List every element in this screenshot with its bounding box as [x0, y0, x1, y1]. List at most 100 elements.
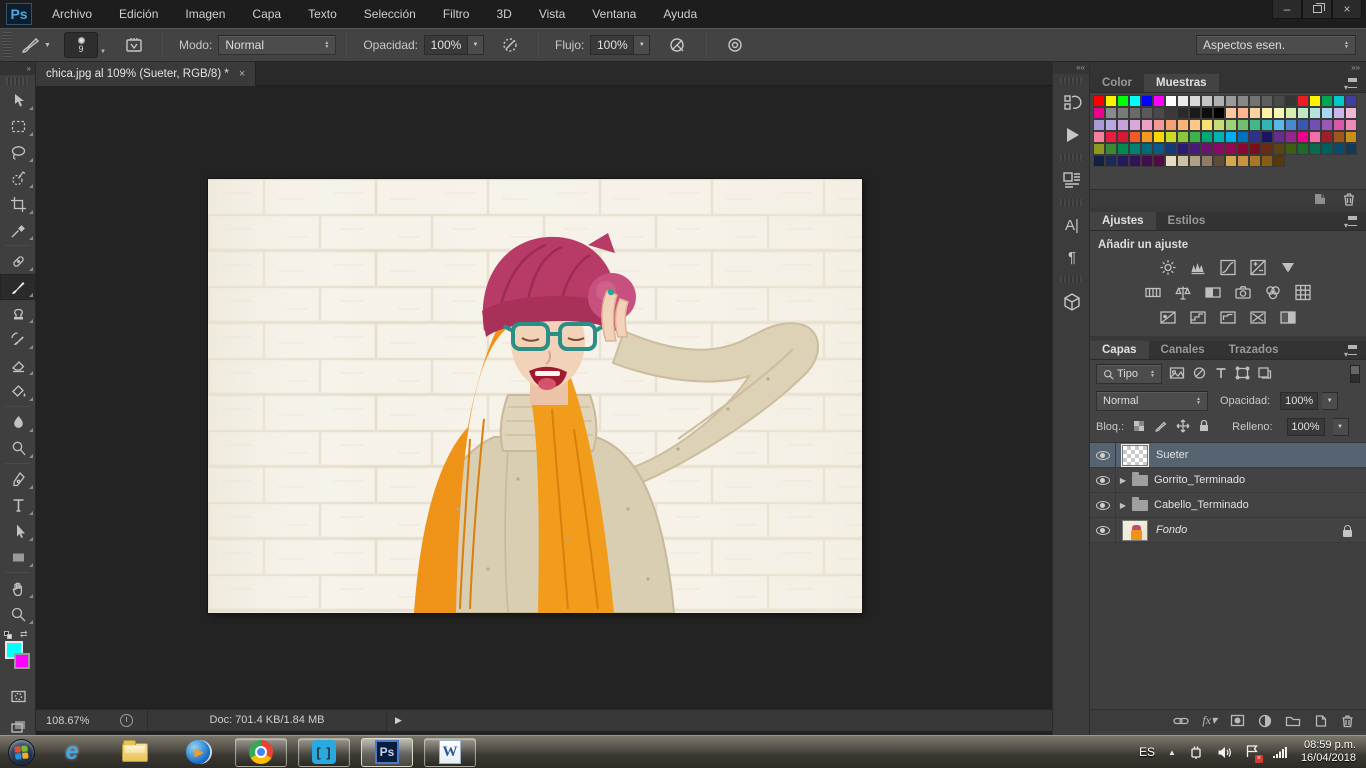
color-swatch[interactable] [1153, 119, 1165, 131]
color-swatch[interactable] [1153, 155, 1165, 167]
color-swatch[interactable] [1177, 119, 1189, 131]
color-swatch[interactable] [1333, 119, 1345, 131]
action-center-flag-icon[interactable]: × [1245, 744, 1263, 763]
paint-bucket-tool[interactable] [0, 378, 36, 404]
layer-visibility-toggle[interactable] [1090, 517, 1116, 543]
color-swatch[interactable] [1117, 131, 1129, 143]
color-swatch[interactable] [1321, 143, 1333, 155]
color-swatch[interactable] [1165, 95, 1177, 107]
tab-ajustes[interactable]: Ajustes [1090, 212, 1156, 230]
layer-fill-box[interactable]: 100% [1286, 418, 1325, 436]
color-swatch[interactable] [1249, 119, 1261, 131]
color-swatch[interactable] [1129, 155, 1141, 167]
color-swatch[interactable] [1297, 143, 1309, 155]
language-indicator[interactable]: ES [1139, 745, 1155, 759]
color-swatch[interactable] [1261, 155, 1273, 167]
color-swatch[interactable] [1177, 95, 1189, 107]
layer-opacity-box[interactable]: 100% [1280, 392, 1319, 410]
color-swatch[interactable] [1273, 155, 1285, 167]
color-swatch[interactable] [1249, 143, 1261, 155]
tool-preset-picker[interactable]: ▼ [18, 33, 54, 57]
background-color-swatch[interactable] [14, 653, 30, 669]
color-swatch[interactable] [1333, 143, 1345, 155]
restore-button[interactable] [1302, 0, 1332, 19]
color-swatch[interactable] [1261, 107, 1273, 119]
color-swatch[interactable] [1333, 131, 1345, 143]
color-swatch[interactable] [1225, 131, 1237, 143]
dodge-tool[interactable] [0, 435, 36, 461]
lock-all-icon[interactable] [1198, 419, 1210, 436]
color-swatch[interactable] [1105, 107, 1117, 119]
color-swatch[interactable] [1129, 131, 1141, 143]
color-swatch[interactable] [1201, 131, 1213, 143]
color-swatch[interactable] [1093, 95, 1105, 107]
tab-color[interactable]: Color [1090, 74, 1145, 92]
color-swatch[interactable] [1105, 131, 1117, 143]
color-swatch[interactable] [1345, 131, 1357, 143]
color-swatch[interactable] [1165, 155, 1177, 167]
color-swatch[interactable] [1273, 131, 1285, 143]
color-swatch[interactable] [1261, 143, 1273, 155]
color-swatch[interactable] [1189, 143, 1201, 155]
opacity-caret-button[interactable]: ▼ [468, 35, 485, 55]
type-tool[interactable] [0, 492, 36, 518]
taskbar-clock[interactable]: 08:59 p.m. 16/04/2018 [1301, 739, 1356, 765]
tablet-opacity-button[interactable] [492, 33, 528, 57]
color-swatch[interactable] [1285, 131, 1297, 143]
layer-style-icon[interactable]: fx▾ [1202, 713, 1217, 728]
paragraph-panel-button[interactable]: ¶ [1053, 241, 1091, 273]
color-swatch[interactable] [1261, 119, 1273, 131]
color-swatch[interactable] [1237, 107, 1249, 119]
canvas-image[interactable] [208, 179, 862, 613]
taskbar-media-player[interactable]: ▶ [172, 738, 224, 767]
color-swatch[interactable] [1285, 143, 1297, 155]
filter-toggle-switch[interactable] [1350, 365, 1360, 383]
layer-row[interactable]: ▶ Cabello_Terminado [1090, 492, 1366, 518]
color-swatch[interactable] [1141, 119, 1153, 131]
tab-estilos[interactable]: Estilos [1155, 212, 1218, 230]
flow-value-box[interactable]: 100% [590, 35, 635, 55]
path-selection-tool[interactable] [0, 518, 36, 544]
delete-layer-icon[interactable] [1341, 714, 1354, 728]
3d-panel-button[interactable] [1053, 286, 1091, 318]
color-swatch[interactable] [1285, 107, 1297, 119]
add-mask-icon[interactable] [1230, 714, 1245, 727]
color-swatch[interactable] [1201, 95, 1213, 107]
color-swatch[interactable] [1117, 107, 1129, 119]
gradient-map-icon[interactable] [1279, 309, 1297, 326]
color-swatch[interactable] [1225, 119, 1237, 131]
lock-position-icon[interactable] [1176, 419, 1190, 436]
eyedropper-tool[interactable] [0, 217, 36, 243]
document-tab[interactable]: chica.jpg al 109% (Sueter, RGB/8) * × [36, 62, 257, 86]
default-colors-icon[interactable] [4, 631, 13, 639]
color-swatch[interactable] [1333, 95, 1345, 107]
zoom-tool[interactable] [0, 601, 36, 627]
color-swatch[interactable] [1165, 107, 1177, 119]
color-swatch[interactable] [1129, 143, 1141, 155]
menu-item[interactable]: Imagen [185, 7, 225, 21]
tab-canales[interactable]: Canales [1148, 341, 1217, 359]
show-hidden-icons-button[interactable]: ▲ [1168, 748, 1176, 757]
color-swatch[interactable] [1177, 107, 1189, 119]
group-expander-icon[interactable]: ▶ [1116, 476, 1130, 485]
color-swatch[interactable] [1165, 119, 1177, 131]
tab-muestras[interactable]: Muestras [1144, 74, 1219, 92]
selective-color-icon[interactable] [1249, 309, 1267, 326]
color-swatch[interactable] [1321, 119, 1333, 131]
photo-filter-icon[interactable] [1234, 284, 1252, 301]
workspace-switcher[interactable]: Aspectos esen. ▲ ▼ [1196, 35, 1356, 55]
spot-healing-brush-tool[interactable] [0, 248, 36, 274]
minimize-button[interactable]: – [1272, 0, 1302, 19]
eraser-tool[interactable] [0, 352, 36, 378]
color-swatch[interactable] [1141, 95, 1153, 107]
power-plug-icon[interactable] [1189, 745, 1204, 760]
color-swatch[interactable] [1297, 107, 1309, 119]
color-swatch[interactable] [1093, 131, 1105, 143]
rectangle-tool[interactable] [0, 544, 36, 570]
color-swatch[interactable] [1189, 95, 1201, 107]
filter-adjustment-layers-icon[interactable] [1192, 366, 1207, 383]
zoom-level-field[interactable]: 108.67% [46, 715, 106, 727]
color-swatch[interactable] [1189, 119, 1201, 131]
menu-item[interactable]: Ventana [592, 7, 636, 21]
color-swatch[interactable] [1189, 155, 1201, 167]
